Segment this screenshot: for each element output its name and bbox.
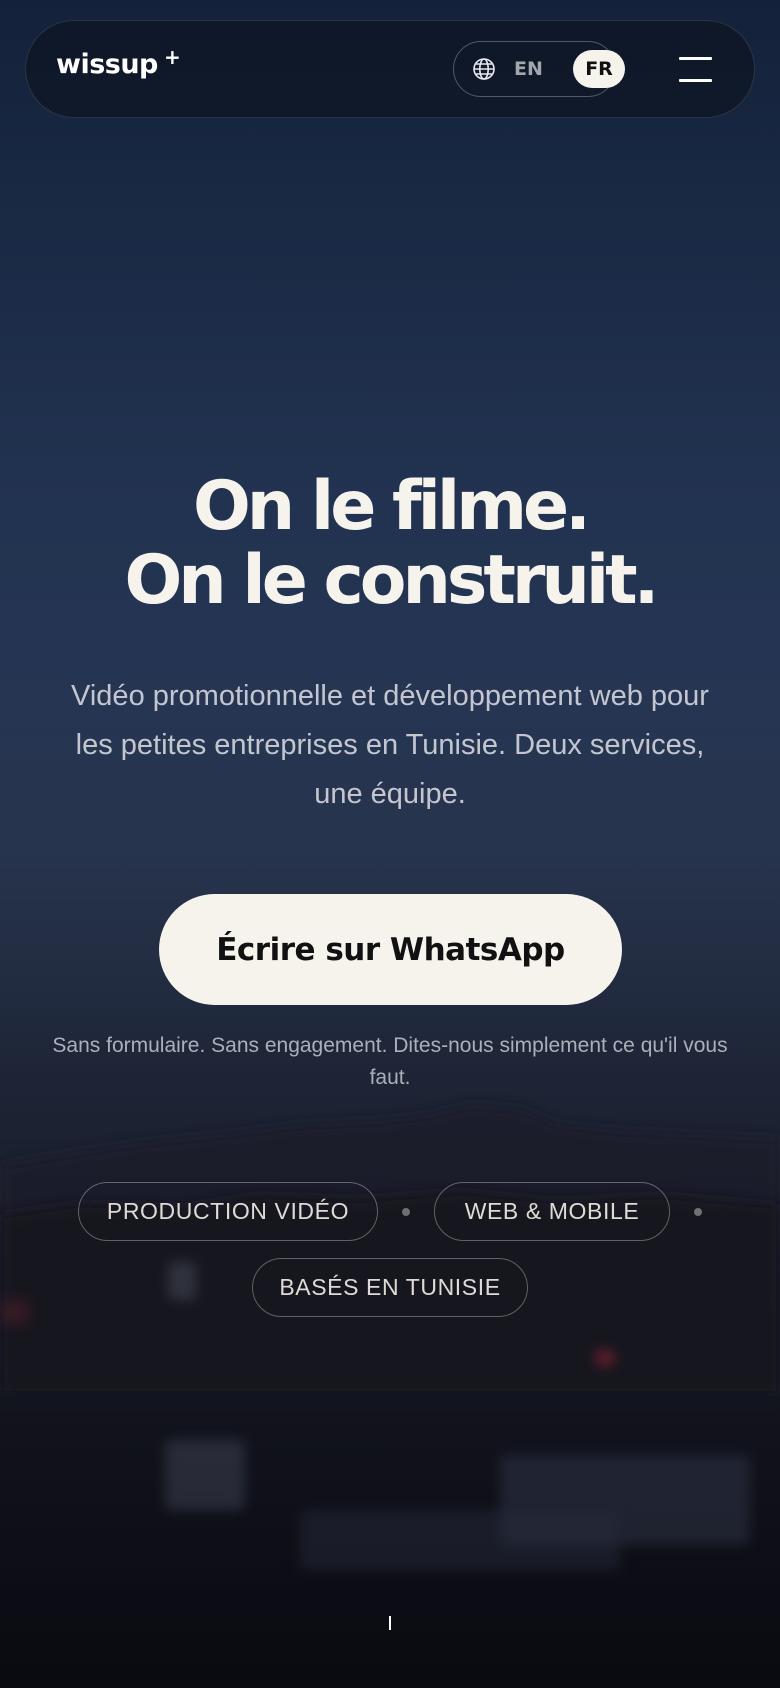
site-header: wissup + EN FR — [25, 20, 755, 118]
language-option-en[interactable]: EN — [514, 58, 543, 80]
cta-note: Sans formulaire. Sans engagement. Dites-… — [52, 1034, 728, 1089]
hero-subtitle: Vidéo promotionnelle et développement we… — [71, 680, 709, 810]
tag-production-video: PRODUCTION VIDÉO — [78, 1182, 378, 1241]
tag-bases-en-tunisie: BASÉS EN TUNISIE — [252, 1258, 528, 1317]
background-scene — [0, 0, 780, 1688]
globe-icon — [473, 58, 495, 80]
logo-plus: + — [164, 45, 181, 69]
scroll-indicator — [389, 1616, 391, 1630]
tag-web-mobile: WEB & MOBILE — [434, 1182, 670, 1241]
language-switcher: EN FR — [453, 41, 625, 97]
whatsapp-cta-button[interactable]: Écrire sur WhatsApp — [159, 894, 622, 1005]
blurred-building — [300, 1510, 620, 1570]
blurred-light — [0, 1300, 30, 1324]
blurred-building — [500, 1455, 750, 1545]
hero-title: On le filme. On le construit. — [0, 470, 780, 618]
language-option-fr[interactable]: FR — [573, 50, 625, 88]
logo-text: wissup — [56, 49, 158, 80]
hero-title-line-2: On le construit. — [124, 541, 660, 620]
blurred-building — [168, 1262, 196, 1300]
mountain-silhouette — [0, 1105, 780, 1395]
blurred-light — [595, 1350, 615, 1366]
blurred-building — [165, 1440, 245, 1510]
hamburger-menu-icon[interactable] — [679, 57, 712, 83]
brand-logo[interactable]: wissup + — [56, 47, 181, 80]
hero-title-line-1: On le filme. — [193, 467, 591, 546]
separator-dot — [694, 1208, 702, 1216]
separator-dot — [402, 1208, 410, 1216]
